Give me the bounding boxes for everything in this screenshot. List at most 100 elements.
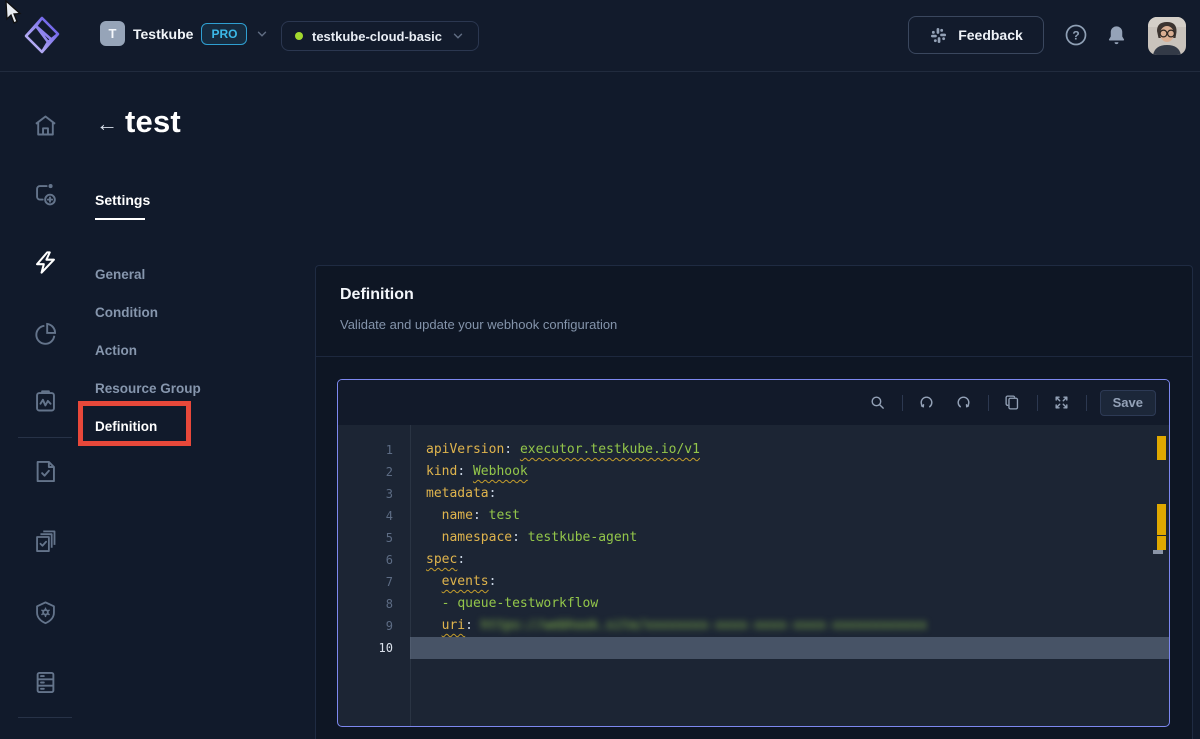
copy-button[interactable] — [1000, 390, 1026, 416]
sidebar-divider — [18, 437, 72, 438]
copy-icon — [1004, 394, 1021, 411]
redacted-webhook-url: https://webhook.site/xxxxxxxx-xxxx-xxxx-… — [481, 618, 927, 633]
code-line-2[interactable]: 2kind: Webhook — [338, 461, 1169, 483]
app-root: T Testkube PRO testkube-cloud-basic Feed… — [0, 0, 1200, 739]
line-content: namespace: testkube-agent — [410, 527, 1169, 549]
test-suites-icon — [32, 528, 59, 555]
yaml-editor[interactable]: Save 1apiVersion: executor.testkube.io/v… — [337, 379, 1170, 727]
line-number: 2 — [338, 461, 410, 483]
page-title: test — [125, 104, 181, 140]
slack-icon — [929, 26, 948, 45]
sources-server-icon — [32, 669, 59, 696]
chevron-down-icon — [255, 27, 269, 41]
environment-selector[interactable]: testkube-cloud-basic — [281, 21, 479, 51]
sidebar-item-tests[interactable] — [32, 458, 59, 485]
settings-nav-action[interactable]: Action — [95, 343, 201, 359]
sidebar-item-monitoring[interactable] — [32, 388, 59, 415]
redo-button[interactable] — [951, 390, 977, 416]
notifications-button[interactable] — [1105, 23, 1128, 47]
line-number: 10 — [338, 637, 410, 659]
lightning-bolt-icon — [32, 249, 59, 276]
line-number: 3 — [338, 483, 410, 505]
line-number: 4 — [338, 505, 410, 527]
warning-mark — [1157, 504, 1166, 535]
sidebar-divider — [18, 717, 72, 718]
line-number: 6 — [338, 549, 410, 571]
code-line-3[interactable]: 3metadata: — [338, 483, 1169, 505]
pie-chart-icon — [32, 320, 59, 347]
svg-text:?: ? — [1072, 28, 1079, 42]
testkube-logo[interactable] — [18, 12, 66, 60]
code-line-7[interactable]: 7 events: — [338, 571, 1169, 593]
undo-icon — [918, 394, 935, 411]
code-line-4[interactable]: 4 name: test — [338, 505, 1169, 527]
redo-icon — [955, 394, 972, 411]
sidebar-item-webhooks[interactable] — [32, 249, 59, 276]
sidebar-item-executors[interactable] — [32, 599, 59, 626]
org-avatar: T — [100, 21, 125, 46]
code-line-5[interactable]: 5 namespace: testkube-agent — [338, 527, 1169, 549]
sidebar-item-sources[interactable] — [32, 669, 59, 696]
org-name: Testkube — [133, 26, 193, 42]
toolbar-separator — [1037, 395, 1038, 411]
code-line-6[interactable]: 6spec: — [338, 549, 1169, 571]
line-content: events: — [410, 571, 1169, 593]
env-name: testkube-cloud-basic — [312, 29, 442, 44]
help-icon: ? — [1064, 23, 1088, 47]
settings-nav: General Condition Action Resource Group … — [95, 267, 201, 435]
search-button[interactable] — [865, 390, 891, 416]
test-file-icon — [32, 458, 59, 485]
warning-mark — [1157, 536, 1166, 550]
toolbar-separator — [988, 395, 989, 411]
code-area[interactable]: 1apiVersion: executor.testkube.io/v12kin… — [338, 425, 1169, 727]
code-line-1[interactable]: 1apiVersion: executor.testkube.io/v1 — [338, 439, 1169, 461]
executor-shield-icon — [32, 599, 59, 626]
line-number: 8 — [338, 593, 410, 615]
back-button[interactable]: ← — [96, 113, 118, 135]
line-number: 5 — [338, 527, 410, 549]
sidebar-item-test-suites[interactable] — [32, 528, 59, 555]
panel-subtitle: Validate and update your webhook configu… — [340, 317, 617, 332]
feedback-label: Feedback — [958, 27, 1023, 43]
gutter-separator — [410, 425, 411, 726]
undo-button[interactable] — [914, 390, 940, 416]
line-number: 1 — [338, 439, 410, 461]
tab-settings[interactable]: Settings — [95, 192, 150, 220]
fullscreen-button[interactable] — [1049, 390, 1075, 416]
line-content: metadata: — [410, 483, 1169, 505]
settings-nav-condition[interactable]: Condition — [95, 305, 201, 321]
line-content: kind: Webhook — [410, 461, 1169, 483]
line-content — [410, 637, 1169, 659]
settings-nav-definition[interactable]: Definition — [95, 419, 201, 435]
user-avatar[interactable] — [1148, 17, 1186, 55]
settings-nav-resource-group[interactable]: Resource Group — [95, 381, 201, 397]
plan-badge: PRO — [201, 23, 247, 45]
line-content: uri: https://webhook.site/xxxxxxxx-xxxx-… — [410, 615, 1169, 637]
line-number: 7 — [338, 571, 410, 593]
code-line-8[interactable]: 8 - queue-testworkflow — [338, 593, 1169, 615]
line-content: name: test — [410, 505, 1169, 527]
line-content: spec: — [410, 549, 1169, 571]
line-content: apiVersion: executor.testkube.io/v1 — [410, 439, 1169, 461]
line-number: 9 — [338, 615, 410, 637]
sidebar-item-test-triggers[interactable] — [32, 181, 59, 208]
sidebar-item-home[interactable] — [32, 112, 59, 139]
scroll-indicator-mark — [1153, 550, 1163, 554]
toolbar-separator — [1086, 395, 1087, 411]
save-button[interactable]: Save — [1100, 390, 1156, 416]
overview-ruler — [1155, 425, 1169, 726]
org-switcher[interactable]: T Testkube PRO — [100, 21, 269, 46]
warning-mark — [1157, 436, 1166, 460]
code-line-10[interactable]: 10 — [338, 637, 1169, 659]
help-button[interactable]: ? — [1064, 23, 1088, 47]
env-status-dot — [295, 32, 303, 40]
trigger-add-icon — [32, 181, 59, 208]
monitoring-clipboard-icon — [32, 388, 59, 415]
settings-nav-general[interactable]: General — [95, 267, 201, 283]
panel-title: Definition — [340, 286, 414, 304]
code-line-9[interactable]: 9 uri: https://webhook.site/xxxxxxxx-xxx… — [338, 615, 1169, 637]
feedback-button[interactable]: Feedback — [908, 16, 1044, 54]
sidebar-item-insights[interactable] — [32, 320, 59, 347]
expand-icon — [1053, 394, 1070, 411]
bell-icon — [1105, 23, 1128, 47]
